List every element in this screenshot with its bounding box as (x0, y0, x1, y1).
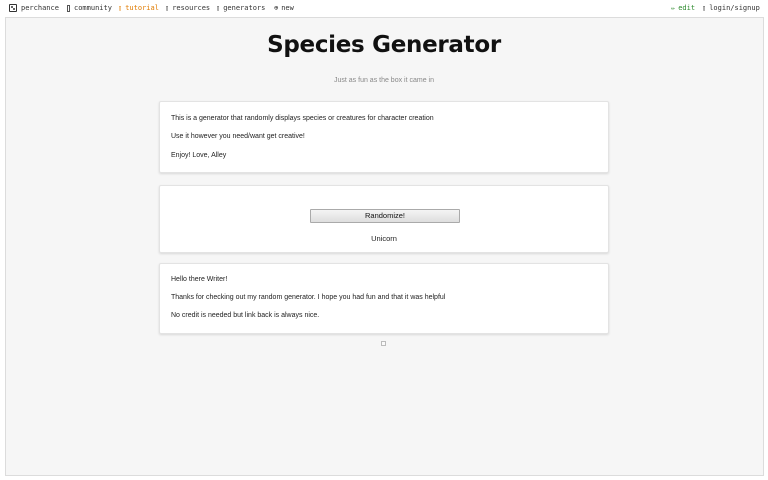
user-icon: ▯ (702, 4, 707, 12)
nav-generators-label: generators (223, 4, 266, 12)
outro-line: Thanks for checking out my random genera… (171, 294, 446, 301)
top-nav-bar: perchance community ▯ tutorial ▯ resourc… (0, 0, 768, 16)
generator-card: Randomize! Unicorn (159, 185, 609, 253)
plus-circle-icon: ⊕ (274, 4, 279, 12)
dice-icon (9, 4, 17, 12)
nav-edit-label: edit (678, 4, 696, 12)
nav-brand-label: perchance (21, 4, 59, 12)
intro-card: This is a generator that randomly displa… (159, 101, 609, 173)
book-icon: ▯ (118, 4, 123, 12)
generators-icon: ▯ (216, 4, 221, 12)
page-title: Species Generator (267, 32, 501, 58)
checkbox[interactable] (381, 341, 386, 346)
generator-result: Unicorn (371, 234, 397, 243)
outro-line: No credit is needed but link back is alw… (171, 312, 320, 319)
nav-resources-label: resources (172, 4, 211, 12)
nav-community-label: community (74, 4, 112, 12)
outro-card: Hello there Writer! Thanks for checking … (159, 263, 609, 334)
randomize-button[interactable]: Randomize! (310, 209, 460, 223)
nav-login-label: login/signup (709, 4, 760, 12)
nav-community-link[interactable]: community (67, 4, 112, 12)
nav-edit-link[interactable]: ✏ edit (671, 4, 695, 12)
intro-line: Enjoy! Love, Alley (171, 152, 227, 159)
nav-new-label: new (281, 4, 294, 12)
outro-line: Hello there Writer! (171, 276, 228, 283)
nav-resources-link[interactable]: ▯ resources (165, 4, 210, 12)
intro-line: Use it however you need/want get creativ… (171, 133, 305, 140)
nav-generators-link[interactable]: ▯ generators (216, 4, 265, 12)
intro-line: This is a generator that randomly displa… (171, 115, 434, 122)
chat-icon (67, 4, 70, 12)
page-subtitle: Just as fun as the box it came in (334, 77, 434, 84)
nav-tutorial-link[interactable]: ▯ tutorial (118, 4, 159, 12)
nav-new-link[interactable]: ⊕ new (274, 4, 294, 12)
nav-home-link[interactable]: perchance (9, 4, 59, 12)
nav-tutorial-label: tutorial (125, 4, 159, 12)
resources-icon: ▯ (165, 4, 170, 12)
nav-login-link[interactable]: ▯ login/signup (702, 4, 760, 12)
pencil-icon: ✏ (671, 4, 676, 12)
